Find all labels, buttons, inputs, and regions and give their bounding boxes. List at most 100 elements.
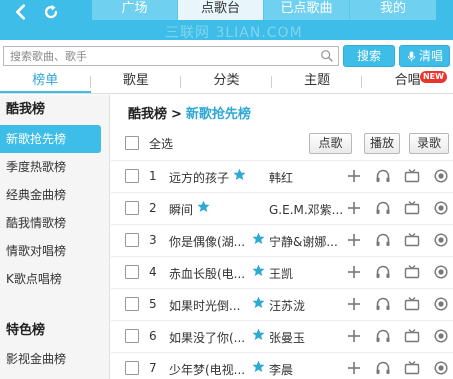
category-singers[interactable]: 歌星: [91, 70, 182, 93]
record-icon[interactable]: [433, 328, 449, 344]
song-checkbox[interactable]: [125, 361, 139, 375]
song-row[interactable]: 1 远方的孩子 韩红: [111, 160, 453, 192]
headphones-icon[interactable]: [375, 296, 391, 312]
song-checkbox[interactable]: [125, 265, 139, 279]
song-row[interactable]: 3 你是偶像(湖... 宁静&谢娜...: [111, 224, 453, 256]
song-checkbox[interactable]: [125, 297, 139, 311]
star-icon: [252, 232, 265, 244]
song-title[interactable]: 少年梦(电视...: [169, 361, 245, 378]
breadcrumb-root[interactable]: 酷我榜: [128, 107, 167, 122]
headphones-icon[interactable]: [375, 360, 391, 376]
search-button[interactable]: 搜索: [343, 45, 395, 67]
add-icon[interactable]: [346, 328, 362, 344]
main-panel: 酷我榜 > 新歌抢先榜 全选 点歌 播放 录歌 1 远方的孩子 韩红 2 瞬间 G.E.M.邓…: [111, 95, 453, 379]
new-badge: NEW: [419, 71, 447, 83]
category-duets[interactable]: 合唱 NEW: [362, 70, 453, 93]
song-row[interactable]: 2 瞬间 G.E.M.邓紫...: [111, 192, 453, 224]
tv-icon[interactable]: [404, 296, 420, 312]
category-genres[interactable]: 分类: [181, 70, 272, 93]
song-number: 4: [149, 265, 157, 279]
record-icon[interactable]: [433, 264, 449, 280]
song-checkbox[interactable]: [125, 233, 139, 247]
song-title[interactable]: 如果没了你(...: [169, 329, 245, 346]
song-checkbox[interactable]: [125, 169, 139, 183]
tv-icon[interactable]: [404, 328, 420, 344]
tv-icon[interactable]: [404, 360, 420, 376]
breadcrumb-current: 新歌抢先榜: [185, 107, 251, 122]
song-artist[interactable]: 汪苏泷: [269, 297, 305, 314]
category-label: 榜单: [32, 73, 59, 88]
song-title[interactable]: 瞬间: [169, 201, 193, 218]
sidebar-item-film-tv[interactable]: 影视金曲榜: [0, 345, 66, 373]
sidebar-heading-featured: 特色榜: [6, 323, 46, 338]
record-icon[interactable]: [433, 200, 449, 216]
sidebar-item-new-songs[interactable]: 新歌抢先榜: [0, 125, 101, 153]
add-icon[interactable]: [346, 200, 362, 216]
headphones-icon[interactable]: [375, 200, 391, 216]
tab-mine[interactable]: 我的: [350, 0, 436, 20]
back-icon[interactable]: [6, 0, 36, 24]
sidebar-item-season-hits[interactable]: 季度热歌榜: [0, 153, 109, 181]
category-themes[interactable]: 主题: [272, 70, 363, 93]
sidebar-item-duet-love[interactable]: 情歌对唱榜: [0, 237, 109, 265]
headphones-icon[interactable]: [375, 328, 391, 344]
song-title[interactable]: 如果时光倒...: [169, 297, 240, 314]
song-title[interactable]: 你是偶像(湖...: [169, 233, 245, 250]
a-cappella-button[interactable]: 清唱: [399, 45, 450, 67]
song-title[interactable]: 赤血长殷(电...: [169, 265, 245, 282]
sidebar-item-classics[interactable]: 经典金曲榜: [0, 181, 109, 209]
song-row[interactable]: 4 赤血长殷(电... 王凯: [111, 256, 453, 288]
sidebar-item-love-songs[interactable]: 酷我情歌榜: [0, 209, 109, 237]
tv-icon[interactable]: [404, 232, 420, 248]
breadcrumb-arrow: >: [171, 107, 182, 122]
star-icon: [233, 168, 246, 180]
record-button[interactable]: 录歌: [409, 133, 449, 154]
record-icon[interactable]: [433, 232, 449, 248]
song-row[interactable]: 5 如果时光倒... 汪苏泷: [111, 288, 453, 320]
song-row[interactable]: 7 少年梦(电视... 李晨: [111, 352, 453, 379]
tab-plaza[interactable]: 广场: [92, 0, 178, 20]
tab-song-request[interactable]: 点歌台: [178, 0, 264, 20]
sidebar-heading-kuwo: 酷我榜: [6, 102, 46, 117]
request-song-button[interactable]: 点歌: [309, 133, 352, 154]
tv-icon[interactable]: [404, 200, 420, 216]
action-row: 全选 点歌 播放 录歌: [111, 131, 453, 155]
search-icon[interactable]: [320, 49, 334, 63]
category-label: 分类: [213, 73, 240, 88]
headphones-icon[interactable]: [375, 264, 391, 280]
add-icon[interactable]: [346, 264, 362, 280]
record-icon[interactable]: [433, 360, 449, 376]
star-icon: [252, 328, 265, 340]
song-artist[interactable]: G.E.M.邓紫...: [269, 201, 343, 218]
add-icon[interactable]: [346, 360, 362, 376]
song-artist[interactable]: 李晨: [269, 361, 293, 378]
add-icon[interactable]: [346, 168, 362, 184]
add-icon[interactable]: [346, 232, 362, 248]
song-row[interactable]: 6 如果没了你(... 张曼玉: [111, 320, 453, 352]
a-cappella-label: 清唱: [418, 49, 443, 63]
tv-icon[interactable]: [404, 264, 420, 280]
play-button[interactable]: 播放: [364, 133, 400, 154]
headphones-icon[interactable]: [375, 232, 391, 248]
song-artist[interactable]: 张曼玉: [269, 329, 305, 346]
search-input[interactable]: [4, 47, 304, 65]
headphones-icon[interactable]: [375, 168, 391, 184]
select-all-checkbox[interactable]: [125, 136, 139, 150]
category-charts[interactable]: 榜单: [0, 70, 91, 93]
song-checkbox[interactable]: [125, 329, 139, 343]
song-number: 5: [149, 297, 157, 311]
song-artist[interactable]: 韩红: [269, 169, 293, 186]
song-checkbox[interactable]: [125, 201, 139, 215]
tab-bar-end: [436, 0, 453, 24]
refresh-icon[interactable]: [36, 0, 66, 24]
tab-requested-songs[interactable]: 已点歌曲: [264, 0, 350, 20]
sidebar-item-karaoke[interactable]: K歌点唱榜: [0, 265, 109, 293]
song-artist[interactable]: 王凯: [269, 265, 293, 282]
song-number: 6: [149, 329, 157, 343]
add-icon[interactable]: [346, 296, 362, 312]
song-artist[interactable]: 宁静&谢娜...: [269, 233, 338, 250]
record-icon[interactable]: [433, 168, 449, 184]
record-icon[interactable]: [433, 296, 449, 312]
song-title[interactable]: 远方的孩子: [169, 169, 229, 186]
tv-icon[interactable]: [404, 168, 420, 184]
